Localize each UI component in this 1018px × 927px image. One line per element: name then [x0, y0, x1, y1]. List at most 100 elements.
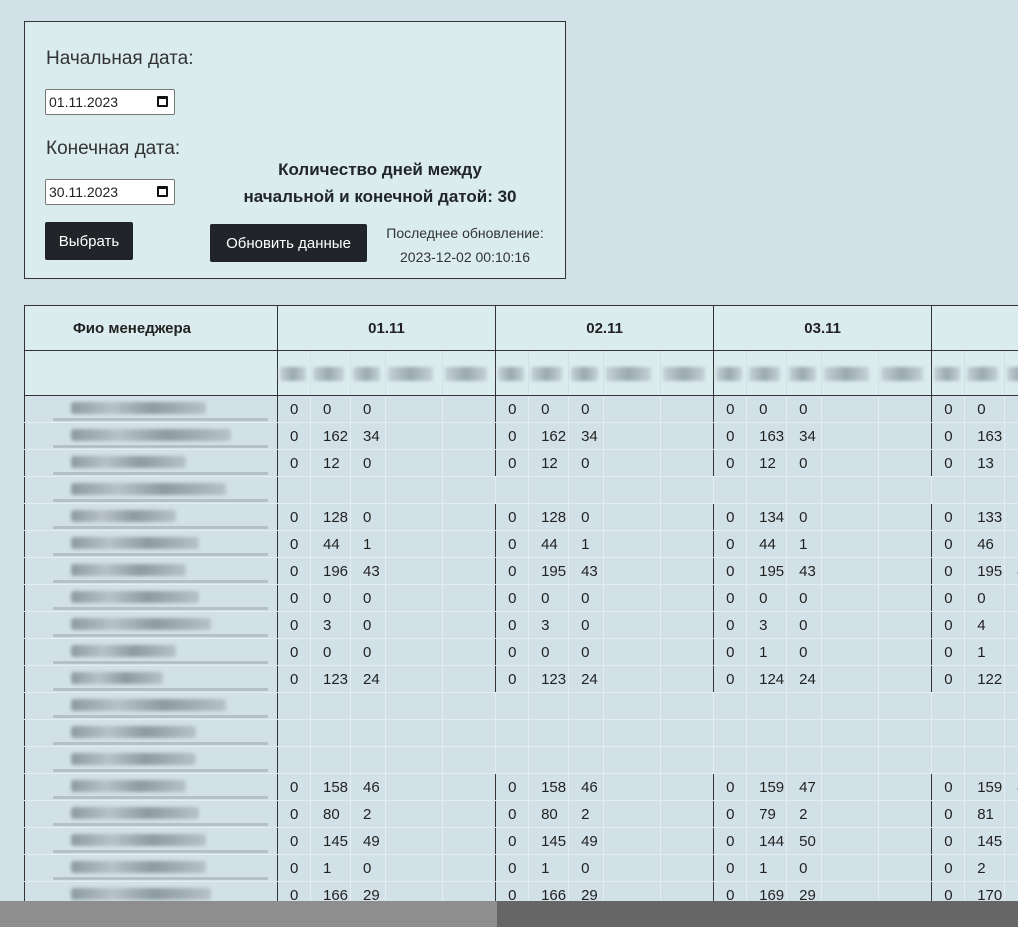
- value-cell: [603, 557, 662, 585]
- value-cell: [310, 476, 351, 504]
- value-cell: 4: [1004, 557, 1018, 585]
- manager-name-cell: [24, 773, 278, 801]
- value-cell: [878, 476, 933, 504]
- value-cell: [746, 476, 788, 504]
- value-cell: [385, 557, 443, 585]
- value-cell: [660, 881, 715, 901]
- table-row: 0 12 0 0 12 0 0 12 0 0 13: [24, 449, 1018, 477]
- value-cell: [442, 719, 497, 747]
- value-cell: 44: [746, 530, 788, 558]
- day-header: 02.11: [495, 305, 715, 351]
- manager-name-cell: [24, 503, 278, 531]
- value-cell: 1: [568, 530, 605, 558]
- table-row: 01001001002: [24, 854, 1018, 882]
- value-cell: [660, 476, 715, 504]
- value-cell: [1004, 746, 1018, 774]
- value-cell: 0: [786, 638, 823, 666]
- refresh-data-button[interactable]: Обновить данные: [210, 224, 367, 262]
- sub-column-header: [528, 350, 570, 396]
- blurred-text: [71, 509, 176, 522]
- value-cell: [603, 881, 662, 901]
- start-date-value: 01.11.2023: [49, 94, 119, 110]
- sub-column-header: [310, 350, 351, 396]
- horizontal-scrollbar[interactable]: [0, 901, 1018, 927]
- value-cell: 0: [568, 503, 605, 531]
- value-cell: [931, 719, 966, 747]
- sub-column-header: [495, 350, 530, 396]
- table-row: 00000000000: [24, 584, 1018, 612]
- value-cell: 0: [495, 854, 530, 882]
- value-cell: [385, 584, 443, 612]
- day-header: [931, 305, 1018, 351]
- table-row: 01232401232401242401222: [24, 665, 1018, 693]
- value-cell: 133: [964, 503, 1006, 531]
- manager-name-cell: [24, 692, 278, 720]
- value-cell: [277, 746, 311, 774]
- value-cell: 24: [568, 665, 605, 693]
- manager-name-cell: [24, 557, 278, 585]
- value-cell: [385, 827, 443, 855]
- value-cell: [821, 530, 880, 558]
- select-button[interactable]: Выбрать: [45, 222, 133, 260]
- manager-name-blurred: [53, 479, 268, 502]
- last-update: Последнее обновление: 2023-12-02 00:10:1…: [373, 221, 557, 269]
- value-cell: [1004, 530, 1018, 558]
- blurred-text: [71, 455, 186, 468]
- sub-column-header: [350, 350, 386, 396]
- value-cell: [385, 449, 443, 477]
- value-cell: 162: [528, 422, 570, 450]
- table-row: 0 80 2 0 80 2 0 79 2 0 81: [24, 800, 1018, 828]
- value-cell: [603, 719, 662, 747]
- scrollbar-thumb[interactable]: [0, 901, 497, 927]
- value-cell: [821, 422, 880, 450]
- value-cell: [660, 854, 715, 882]
- blurred-label: [881, 367, 923, 382]
- value-cell: [660, 530, 715, 558]
- value-cell: [878, 665, 933, 693]
- value-cell: [442, 422, 497, 450]
- table-row: [24, 476, 1018, 504]
- value-cell: 49: [568, 827, 605, 855]
- blurred-label: [353, 367, 381, 382]
- blurred-label: [716, 367, 742, 382]
- value-cell: 195: [746, 557, 788, 585]
- value-cell: [603, 638, 662, 666]
- value-cell: [878, 422, 933, 450]
- manager-name-cell: [24, 746, 278, 774]
- sub-column-header: [1004, 350, 1018, 396]
- value-cell: 0: [277, 530, 311, 558]
- table-row: 00000001001: [24, 638, 1018, 666]
- day-header: 01.11: [276, 305, 497, 351]
- calendar-icon[interactable]: [157, 186, 168, 197]
- value-cell: [603, 692, 662, 720]
- value-cell: 49: [350, 827, 386, 855]
- value-cell: [1004, 854, 1018, 882]
- value-cell: [310, 746, 351, 774]
- value-cell: [878, 557, 933, 585]
- value-cell: [385, 854, 443, 882]
- value-cell: 2: [1004, 881, 1018, 901]
- value-cell: 0: [528, 395, 570, 423]
- value-cell: 0: [568, 611, 605, 639]
- manager-name-cell: [24, 611, 278, 639]
- value-cell: 13: [964, 449, 1006, 477]
- value-cell: [350, 692, 386, 720]
- value-cell: [528, 719, 570, 747]
- days-count-line1: Количество дней между: [278, 160, 482, 179]
- value-cell: [568, 476, 605, 504]
- blurred-text: [71, 887, 211, 900]
- sub-column-header: [442, 350, 497, 396]
- calendar-icon[interactable]: [157, 96, 168, 107]
- blurred-text: [71, 401, 206, 414]
- end-date-input[interactable]: 30.11.2023: [45, 179, 175, 205]
- value-cell: 158: [310, 773, 351, 801]
- value-cell: 2: [786, 800, 823, 828]
- start-date-input[interactable]: 01.11.2023: [45, 89, 175, 115]
- value-cell: 4: [964, 611, 1006, 639]
- value-cell: [1004, 395, 1018, 423]
- value-cell: 47: [786, 773, 823, 801]
- value-cell: 0: [350, 395, 386, 423]
- value-cell: [660, 395, 715, 423]
- value-cell: [660, 422, 715, 450]
- value-cell: 0: [713, 638, 748, 666]
